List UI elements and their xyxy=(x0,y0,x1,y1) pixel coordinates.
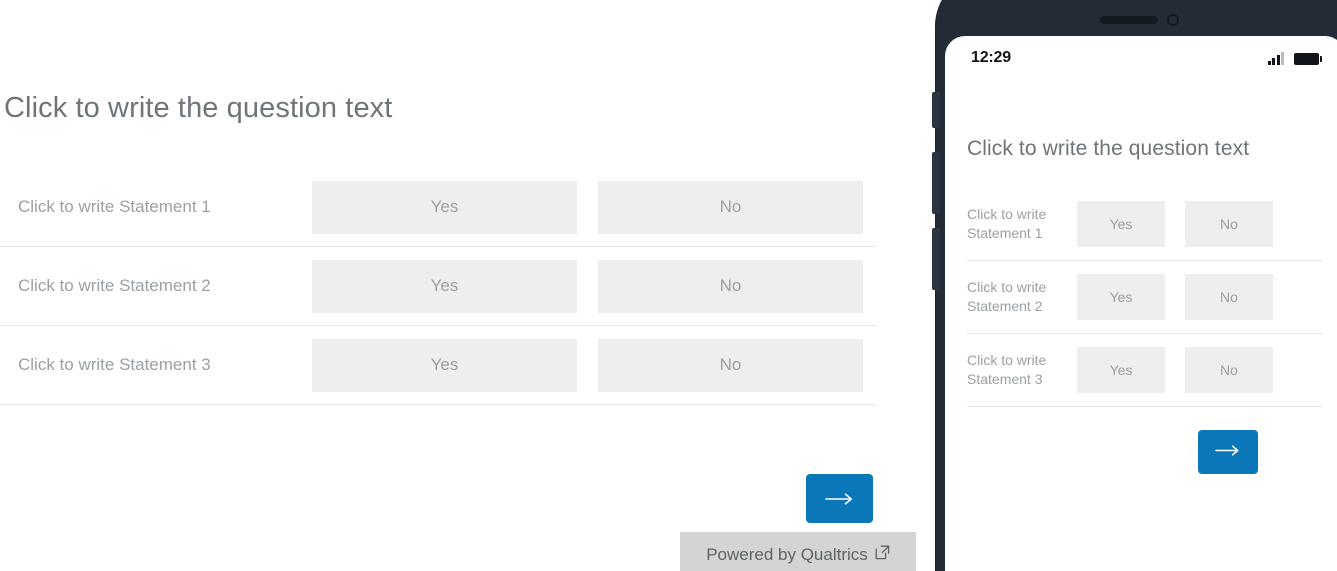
choice-cell-yes-2[interactable]: Yes xyxy=(312,259,577,313)
speaker-grill-icon xyxy=(1100,16,1158,24)
mobile-matrix-table: Click to write Statement 1 Yes No Click … xyxy=(967,188,1323,407)
page-title[interactable]: Click to write the question text xyxy=(4,92,392,125)
front-camera-icon xyxy=(1167,14,1179,26)
choice-cell-no-3[interactable]: No xyxy=(598,338,863,392)
powered-by-qualtrics-footer[interactable]: Powered by Qualtrics xyxy=(680,532,916,571)
mobile-choice-cell-yes-3[interactable]: Yes xyxy=(1077,347,1165,393)
phone-status-bar: 12:29 xyxy=(945,36,1337,80)
choice-cell-yes-1[interactable]: Yes xyxy=(312,180,577,234)
next-button[interactable] xyxy=(806,474,873,523)
battery-full-icon xyxy=(1294,52,1322,65)
desktop-preview-pane: Click to write the question text Click t… xyxy=(0,0,940,571)
mobile-statement-label-1[interactable]: Click to write Statement 1 xyxy=(967,205,1077,243)
mobile-preview-pane: 12:29 Click to write the question text C… xyxy=(932,0,1337,571)
table-row: Click to write Statement 1 Yes No xyxy=(0,168,876,247)
footer-label: Powered by Qualtrics xyxy=(706,544,868,564)
statement-label-2[interactable]: Click to write Statement 2 xyxy=(0,276,312,296)
phone-survey-body: Click to write the question text Click t… xyxy=(945,137,1337,474)
status-bar-icons xyxy=(1267,51,1322,65)
choice-cell-yes-3[interactable]: Yes xyxy=(312,338,577,392)
external-link-icon xyxy=(875,545,890,565)
matrix-table: Click to write Statement 1 Yes No Click … xyxy=(0,168,876,405)
mobile-statement-label-3[interactable]: Click to write Statement 3 xyxy=(967,351,1077,389)
arrow-right-icon xyxy=(1214,444,1242,460)
mobile-choice-cell-no-1[interactable]: No xyxy=(1185,201,1273,247)
survey-preview-screen: Click to write the question text Click t… xyxy=(0,0,1337,571)
mobile-choice-cell-yes-2[interactable]: Yes xyxy=(1077,274,1165,320)
mobile-statement-label-2[interactable]: Click to write Statement 2 xyxy=(967,278,1077,316)
signal-bars-icon xyxy=(1267,51,1284,65)
volume-down-button[interactable] xyxy=(932,228,940,290)
table-row: Click to write Statement 2 Yes No xyxy=(0,247,876,326)
status-bar-time: 12:29 xyxy=(971,49,1011,66)
mobile-choice-cell-no-3[interactable]: No xyxy=(1185,347,1273,393)
phone-screen: 12:29 Click to write the question text C… xyxy=(945,36,1337,571)
silent-switch-button[interactable] xyxy=(932,92,940,128)
table-row: Click to write Statement 3 Yes No xyxy=(967,334,1323,407)
choice-cell-no-1[interactable]: No xyxy=(598,180,863,234)
choice-cell-no-2[interactable]: No xyxy=(598,259,863,313)
arrow-right-icon xyxy=(824,492,856,506)
mobile-next-button[interactable] xyxy=(1198,430,1258,474)
table-row: Click to write Statement 1 Yes No xyxy=(967,188,1323,261)
mobile-choice-cell-yes-1[interactable]: Yes xyxy=(1077,201,1165,247)
statement-label-1[interactable]: Click to write Statement 1 xyxy=(0,197,312,217)
volume-up-button[interactable] xyxy=(932,152,940,214)
statement-label-3[interactable]: Click to write Statement 3 xyxy=(0,355,312,375)
mobile-page-title[interactable]: Click to write the question text xyxy=(967,137,1323,161)
table-row: Click to write Statement 2 Yes No xyxy=(967,261,1323,334)
table-row: Click to write Statement 3 Yes No xyxy=(0,326,876,405)
mobile-choice-cell-no-2[interactable]: No xyxy=(1185,274,1273,320)
